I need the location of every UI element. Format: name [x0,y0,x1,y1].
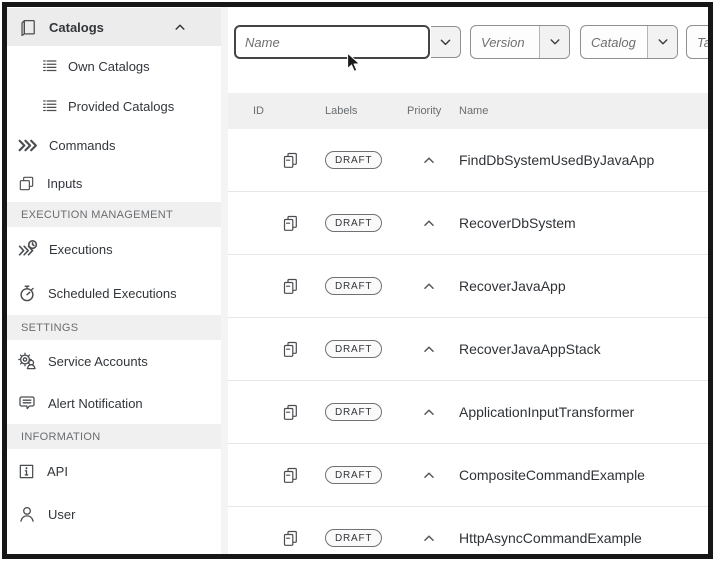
chevron-up-icon [420,340,459,358]
table-row[interactable]: DRAFT RecoverDbSystem [228,192,708,255]
command-name: CompositeCommandExample [459,467,645,483]
list-icon [41,97,59,115]
catalog-filter-dropdown[interactable]: Catalog [580,25,678,59]
sidebar-item-label: Inputs [47,175,83,191]
column-header-id: ID [253,105,264,117]
filter-bar: Version Catalog Ta [228,25,708,59]
copy-icon[interactable] [254,150,325,170]
chevron-down-icon[interactable] [431,26,461,58]
copy-icon[interactable] [254,465,325,485]
chevron-up-icon [420,277,459,295]
list-icon [41,57,59,75]
sidebar-item-catalogs[interactable]: Catalogs [7,8,225,46]
table-row[interactable]: DRAFT RecoverJavaAppStack [228,318,708,381]
command-name: RecoverJavaAppStack [459,341,601,357]
version-filter-label: Version [481,34,525,50]
commands-icon [17,135,38,156]
command-name: ApplicationInputTransformer [459,404,635,420]
main-content: Version Catalog Ta ID Labels Priority Na… [228,7,708,554]
copy-icon[interactable] [254,402,325,422]
table-row[interactable]: DRAFT ApplicationInputTransformer [228,381,708,444]
table-row[interactable]: DRAFT FindDbSystemUsedByJavaApp [228,129,708,192]
sidebar-item-executions[interactable]: Executions [7,227,225,271]
chevron-up-icon [420,403,459,421]
sidebar-group-label: INFORMATION [21,430,101,443]
copy-icon[interactable] [254,276,325,296]
alert-notification-icon [17,393,37,413]
chevron-up-icon [420,529,459,547]
chevron-up-icon [420,466,459,484]
status-badge: DRAFT [325,340,383,358]
sidebar-group-label: EXECUTION MANAGEMENT [21,208,174,221]
status-badge: DRAFT [325,403,383,421]
sidebar-group-settings: SETTINGS [7,315,225,340]
column-header-labels: Labels [325,105,358,117]
sidebar-group-label: SETTINGS [21,321,79,334]
sidebar-item-label: Service Accounts [48,353,148,369]
service-accounts-icon [17,351,37,371]
sidebar-item-label: Catalogs [49,19,104,35]
column-header-name: Name [459,105,489,117]
status-badge: DRAFT [325,151,383,169]
sidebar: Catalogs Own Catalogs Provided Catalogs [7,7,225,554]
copy-icon[interactable] [254,213,325,233]
command-name: FindDbSystemUsedByJavaApp [459,152,655,168]
table-body: DRAFT FindDbSystemUsedByJavaApp DRAFT Re… [228,129,708,554]
executions-icon [17,239,38,260]
sidebar-item-scheduled-executions[interactable]: Scheduled Executions [7,271,225,315]
sidebar-item-label: Provided Catalogs [68,98,175,114]
sidebar-group-execution-management: EXECUTION MANAGEMENT [7,202,225,227]
table-row[interactable]: DRAFT HttpAsyncCommandExample [228,507,708,554]
status-badge: DRAFT [325,277,383,295]
command-name: HttpAsyncCommandExample [459,530,642,546]
name-filter-combo [234,25,461,59]
sidebar-item-commands[interactable]: Commands [7,126,225,164]
command-name: RecoverJavaApp [459,278,566,294]
tags-filter-dropdown[interactable]: Ta [686,25,708,59]
status-badge: DRAFT [325,466,383,484]
sidebar-item-label: User [48,506,76,522]
sidebar-item-alert-notification[interactable]: Alert Notification [7,382,225,424]
sidebar-group-information: INFORMATION [7,424,225,449]
sidebar-item-own-catalogs[interactable]: Own Catalogs [7,46,225,86]
chevron-down-icon[interactable] [539,26,569,58]
status-badge: DRAFT [325,214,383,232]
catalog-filter-label: Catalog [591,34,636,50]
table-row[interactable]: DRAFT RecoverJavaApp [228,255,708,318]
user-icon [17,504,37,524]
sidebar-item-inputs[interactable]: Inputs [7,164,225,202]
chevron-up-icon[interactable] [173,20,187,34]
sidebar-divider [221,7,228,554]
column-header-priority: Priority [407,105,442,117]
table-header: ID Labels Priority Name [228,93,708,129]
scheduled-executions-icon [17,283,37,303]
sidebar-item-service-accounts[interactable]: Service Accounts [7,340,225,382]
sidebar-item-api[interactable]: API [7,449,225,493]
sidebar-item-provided-catalogs[interactable]: Provided Catalogs [7,86,225,126]
sidebar-item-label: Alert Notification [48,395,143,411]
sidebar-item-label: Executions [49,241,113,257]
command-name: RecoverDbSystem [459,215,576,231]
sidebar-item-label: Own Catalogs [68,58,150,74]
copy-icon[interactable] [254,339,325,359]
chevron-up-icon [420,214,459,232]
chevron-up-icon [420,151,459,169]
sidebar-item-label: API [47,463,68,479]
sidebar-item-label: Scheduled Executions [48,285,177,301]
version-filter-dropdown[interactable]: Version [470,25,570,59]
chevron-down-icon[interactable] [647,26,677,58]
sidebar-item-user[interactable]: User [7,493,225,535]
status-badge: DRAFT [325,529,383,547]
sidebar-item-label: Commands [49,137,116,153]
table-row[interactable]: DRAFT CompositeCommandExample [228,444,708,507]
app-window: Catalogs Own Catalogs Provided Catalogs [2,2,713,559]
api-icon [17,462,36,481]
catalogs-icon [17,17,38,38]
name-filter-input[interactable] [234,25,430,59]
tags-filter-label: Ta [697,34,708,50]
copy-icon[interactable] [254,528,325,548]
inputs-icon [17,174,36,193]
